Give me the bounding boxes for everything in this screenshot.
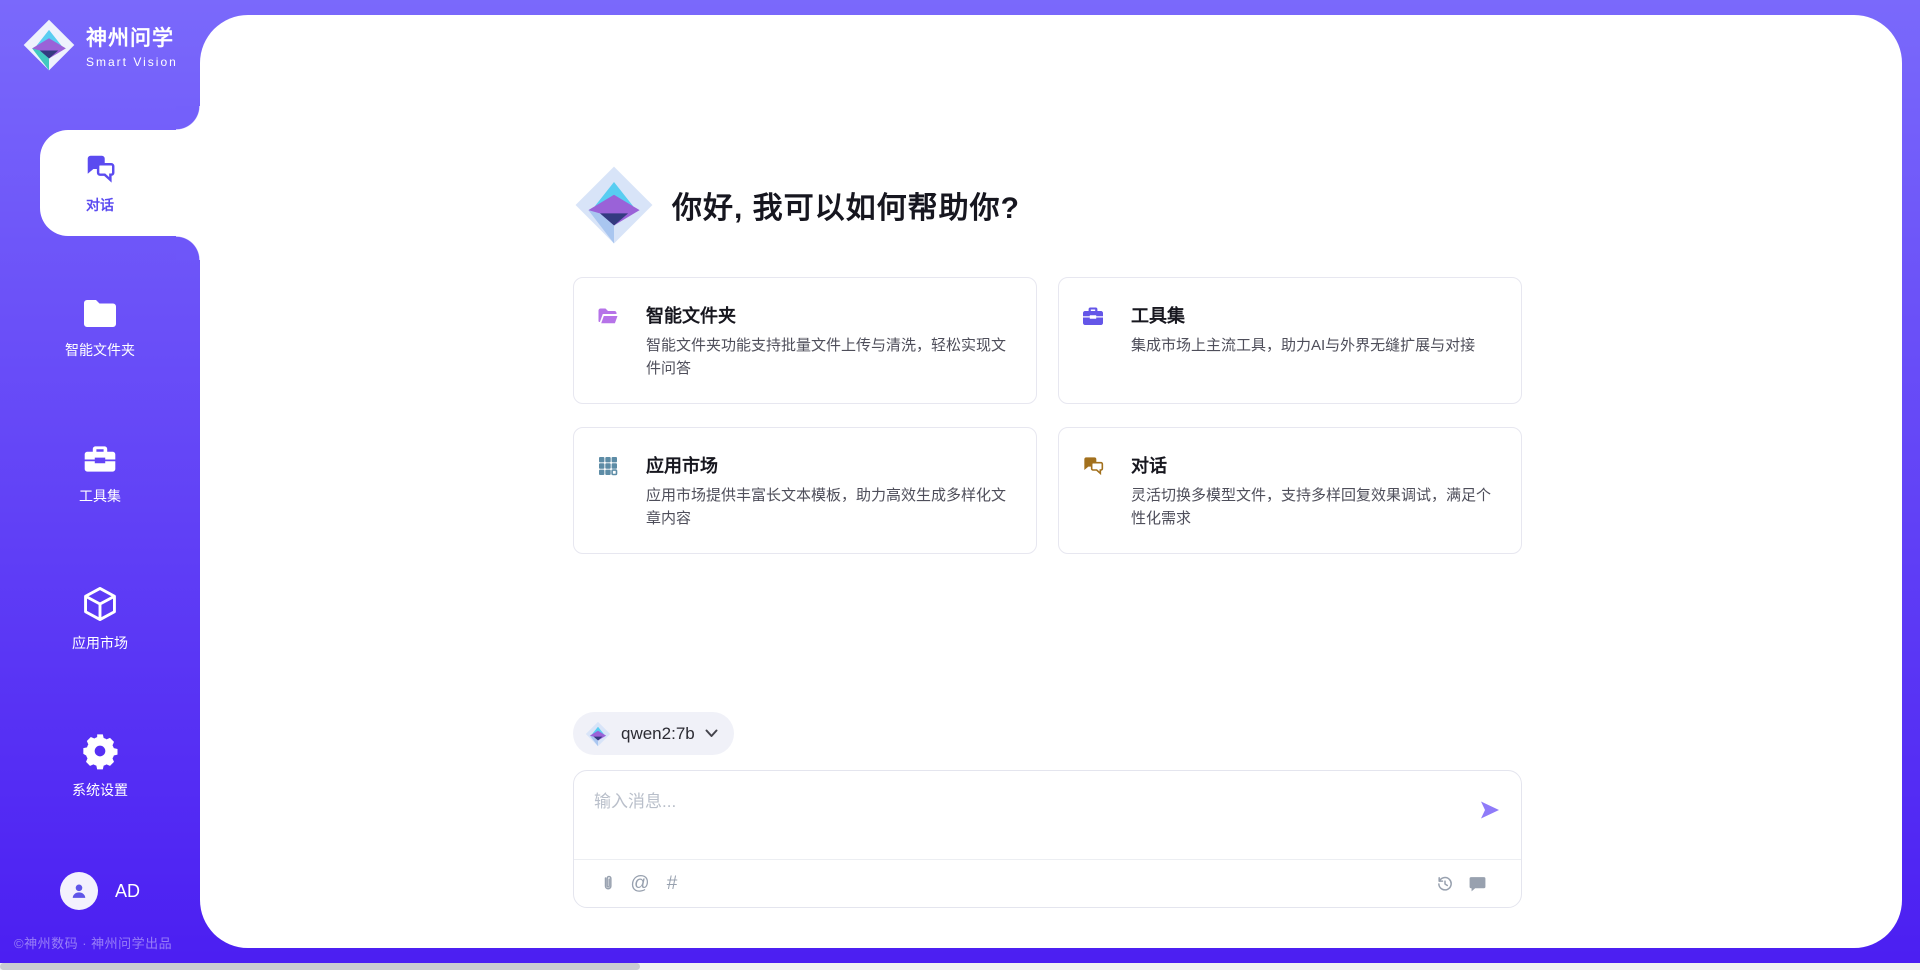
- grid-icon: [596, 452, 646, 482]
- message-composer: @ #: [573, 770, 1522, 908]
- card-title: 对话: [1131, 452, 1499, 482]
- bubble-fillet-bottom: [176, 236, 200, 260]
- horizontal-scrollbar: [0, 963, 1920, 970]
- sidebar-item-chat[interactable]: 对话: [0, 130, 200, 236]
- brand-name: 神州问学: [86, 22, 178, 52]
- app-logo: 神州问学 Smart Vision: [22, 18, 178, 72]
- avatar: [60, 872, 98, 910]
- sidebar-item-app-market[interactable]: 应用市场: [0, 565, 200, 671]
- main-content-panel: 你好, 我可以如何帮助你? 智能文件夹 智能文件夹功能支持批量文件上传与清洗，轻…: [200, 15, 1902, 948]
- card-description: 智能文件夹功能支持批量文件上传与清洗，轻松实现文件问答: [646, 334, 1014, 403]
- card-title: 工具集: [1131, 302, 1499, 332]
- mention-icon[interactable]: @: [626, 871, 654, 897]
- greeting-text: 你好, 我可以如何帮助你?: [672, 183, 1020, 227]
- model-selector[interactable]: qwen2:7b: [573, 712, 734, 755]
- sidebar-item-smart-folder[interactable]: 智能文件夹: [0, 275, 200, 381]
- briefcase-icon: [1081, 302, 1131, 332]
- sidebar-footer-text: ©神州数码 · 神州问学出品: [14, 933, 172, 952]
- feature-cards: 智能文件夹 智能文件夹功能支持批量文件上传与清洗，轻松实现文件问答 工具集 集成…: [573, 277, 1522, 554]
- card-description: 集成市场上主流工具，助力AI与外界无缝扩展与对接: [1131, 334, 1499, 403]
- message-input[interactable]: [594, 787, 1454, 849]
- card-smart-folder[interactable]: 智能文件夹 智能文件夹功能支持批量文件上传与清洗，轻松实现文件问答: [573, 277, 1037, 404]
- user-account[interactable]: AD: [0, 872, 200, 910]
- hashtag-icon[interactable]: #: [658, 871, 686, 897]
- sidebar-item-label: 系统设置: [72, 780, 128, 800]
- model-diamond-icon: [585, 721, 611, 747]
- folder-icon: [80, 297, 120, 331]
- sidebar-item-label: 应用市场: [72, 633, 128, 653]
- send-icon: [1478, 798, 1502, 822]
- model-name: qwen2:7b: [621, 724, 695, 744]
- sidebar-item-label: 对话: [86, 195, 114, 215]
- sidebar-item-toolset[interactable]: 工具集: [0, 420, 200, 526]
- logo-diamond-icon: [22, 18, 76, 72]
- card-app-market[interactable]: 应用市场 应用市场提供丰富长文本模板，助力高效生成多样化文章内容: [573, 427, 1037, 554]
- bubble-fillet-top: [176, 106, 200, 130]
- greeting-row: 你好, 我可以如何帮助你?: [573, 163, 1020, 247]
- sidebar-item-settings[interactable]: 系统设置: [0, 712, 200, 818]
- card-description: 应用市场提供丰富长文本模板，助力高效生成多样化文章内容: [646, 484, 1014, 553]
- chat-bubble-icon[interactable]: [1463, 871, 1491, 897]
- send-button[interactable]: [1477, 797, 1503, 823]
- card-title: 应用市场: [646, 452, 1014, 482]
- chevron-down-icon: [705, 729, 718, 738]
- horizontal-scrollbar-thumb[interactable]: [0, 963, 640, 970]
- sidebar: 神州问学 Smart Vision 对话 智能文件夹 工具集 应用市场: [0, 0, 200, 970]
- card-description: 灵活切换多模型文件，支持多样回复效果调试，满足个性化需求: [1131, 484, 1499, 553]
- sidebar-item-label: 智能文件夹: [65, 340, 135, 360]
- gear-icon: [80, 731, 120, 771]
- user-name: AD: [115, 881, 140, 902]
- chat-icon: [1081, 452, 1131, 482]
- chat-icon: [82, 152, 118, 186]
- card-title: 智能文件夹: [646, 302, 1014, 332]
- card-toolset[interactable]: 工具集 集成市场上主流工具，助力AI与外界无缝扩展与对接: [1058, 277, 1522, 404]
- cube-icon: [80, 584, 120, 624]
- composer-toolbar: @ #: [574, 860, 1521, 907]
- attachment-icon[interactable]: [594, 871, 622, 897]
- toolbox-icon: [80, 441, 120, 477]
- sidebar-item-label: 工具集: [79, 486, 121, 506]
- brand-subtitle: Smart Vision: [86, 55, 178, 69]
- person-icon: [68, 880, 90, 902]
- history-icon[interactable]: [1431, 871, 1459, 897]
- folder-open-icon: [596, 302, 646, 332]
- brand-diamond-icon: [573, 164, 655, 246]
- card-chat[interactable]: 对话 灵活切换多模型文件，支持多样回复效果调试，满足个性化需求: [1058, 427, 1522, 554]
